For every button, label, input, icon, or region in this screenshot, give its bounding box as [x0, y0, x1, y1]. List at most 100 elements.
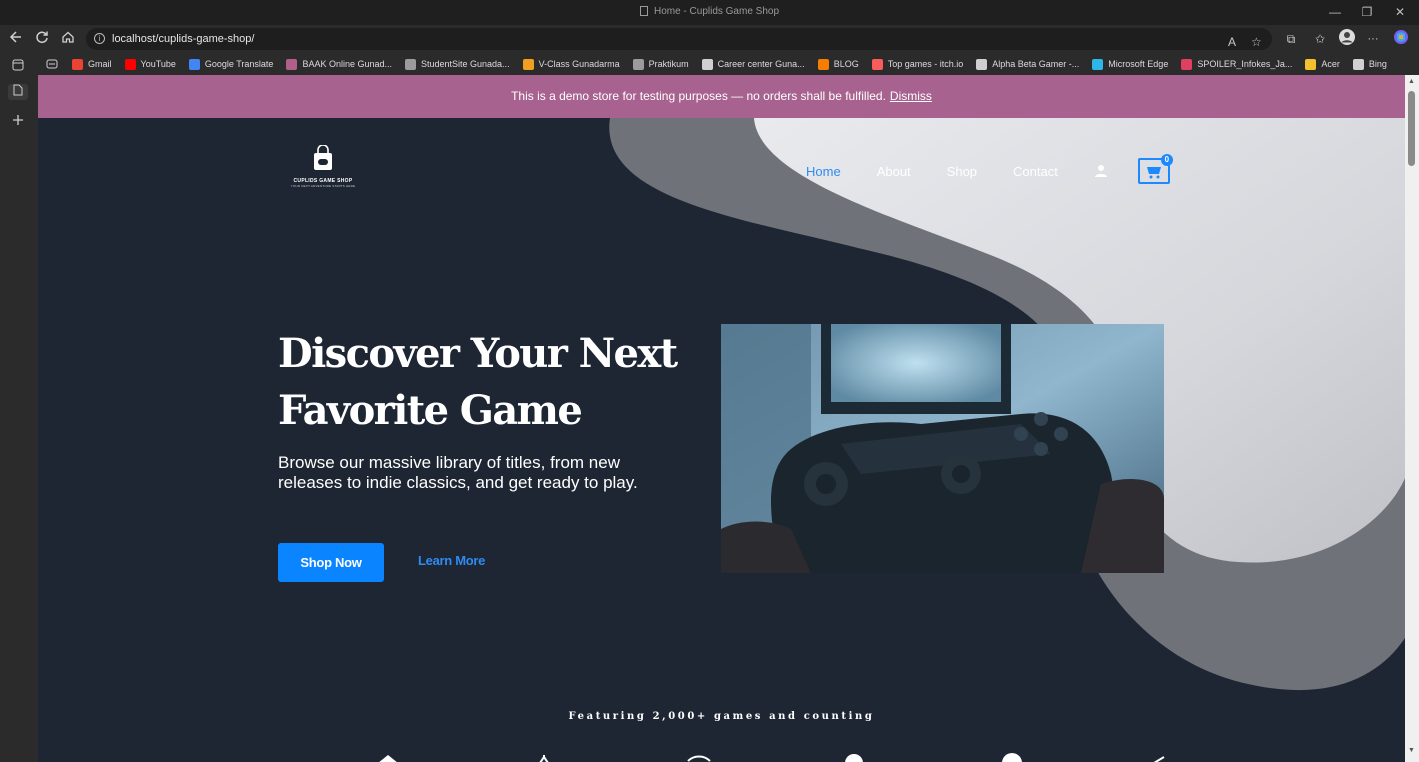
bookmark-item[interactable]: SPOILER_Infokes_Ja... — [1181, 58, 1293, 70]
bookmark-label: Praktikum — [648, 59, 689, 69]
bookmark-label: Google Translate — [204, 59, 274, 69]
profile-avatar-icon — [1339, 29, 1355, 45]
demo-notice-text: This is a demo store for testing purpose… — [511, 89, 886, 103]
bookmarks-bar-icon — [46, 59, 58, 69]
partner-logo-5-icon — [1002, 753, 1022, 762]
bookmark-favicon-icon — [188, 58, 200, 70]
site-logo[interactable]: CUPLIDS GAME SHOP YOUR NEXT ADVENTURE ST… — [278, 144, 368, 188]
address-bar[interactable]: i localhost/cuplids-game-shop/ A ☆ — [86, 28, 1272, 50]
site-info-icon[interactable]: i — [94, 33, 105, 44]
reload-button[interactable] — [32, 29, 52, 49]
copilot-icon — [1394, 30, 1408, 44]
bookmark-favicon-icon — [1181, 58, 1193, 70]
scroll-down-arrow-icon[interactable]: ▼ — [1408, 747, 1415, 754]
bookmark-favicon-icon — [817, 58, 829, 70]
reload-icon — [36, 31, 48, 44]
bookmark-favicon-icon — [286, 58, 298, 70]
cart-button[interactable]: 0 — [1137, 154, 1173, 184]
bookmark-label: SPOILER_Infokes_Ja... — [1197, 59, 1293, 69]
read-aloud-icon[interactable]: A — [1228, 31, 1236, 53]
new-tab-button[interactable] — [10, 114, 26, 130]
bookmark-item[interactable]: BLOG — [817, 58, 859, 70]
active-tab-button[interactable] — [8, 84, 28, 100]
bookmark-item[interactable]: Career center Guna... — [701, 58, 805, 70]
tab-actions-button[interactable] — [10, 59, 26, 75]
bookmark-label: Acer — [1321, 59, 1340, 69]
browser-toolbar: i localhost/cuplids-game-shop/ A ☆ ⧉ ✩ ·… — [0, 25, 1419, 53]
bookmark-item[interactable]: Praktikum — [632, 58, 689, 70]
bookmark-favicon-icon — [1092, 58, 1104, 70]
nav-contact[interactable]: Contact — [1013, 164, 1058, 179]
partner-logo-4-icon — [845, 754, 863, 762]
bookmark-item[interactable]: Alpha Beta Gamer -... — [976, 58, 1080, 70]
extensions-button[interactable]: ⧉ — [1281, 29, 1301, 49]
bookmark-item[interactable]: V-Class Gunadarma — [522, 58, 620, 70]
bookmark-favicon-icon — [1305, 58, 1317, 70]
bookmark-favicon-icon — [701, 58, 713, 70]
favorites-button[interactable]: ✩ — [1310, 29, 1330, 49]
hero-headline: Discover Your Next Favorite Game — [278, 325, 698, 439]
bookmark-label: BLOG — [833, 59, 859, 69]
main-nav: Home About Shop Contact 0 — [806, 154, 1173, 184]
bookmark-favicon-icon — [522, 58, 534, 70]
copilot-button[interactable] — [1391, 29, 1411, 49]
back-button[interactable] — [6, 29, 26, 49]
nav-home[interactable]: Home — [806, 164, 841, 179]
cart-count-badge: 0 — [1160, 154, 1173, 166]
bookmark-favicon-icon — [871, 58, 883, 70]
browser-sidebar — [0, 53, 38, 762]
favorite-star-icon[interactable]: ☆ — [1251, 31, 1262, 53]
featuring-text: Featuring 2,000+ games and counting — [568, 711, 875, 722]
close-window-button[interactable]: ✕ — [1385, 3, 1415, 21]
nav-about[interactable]: About — [877, 164, 911, 179]
bookmark-favicon-icon — [976, 58, 988, 70]
bookmark-item[interactable]: StudentSite Gunada... — [405, 58, 510, 70]
shop-now-button[interactable]: Shop Now — [278, 543, 384, 582]
bookmarks-bar: Gmail YouTube Google Translate BAAK Online … — [38, 53, 1419, 75]
tab-actions-icon — [12, 59, 24, 71]
bookmark-label: V-Class Gunadarma — [538, 59, 620, 69]
bookmark-label: Top games - itch.io — [887, 59, 964, 69]
window-title-text: Home - Cuplids Game Shop — [653, 6, 780, 17]
scroll-up-arrow-icon[interactable]: ▲ — [1408, 78, 1415, 85]
address-url[interactable]: localhost/cuplids-game-shop/ — [112, 33, 254, 45]
bookmark-item[interactable]: YouTube — [124, 58, 176, 70]
window-title: Home - Cuplids Game Shop — [0, 6, 1419, 17]
bookmark-label: YouTube — [140, 59, 176, 69]
home-button[interactable] — [58, 29, 78, 49]
bookmark-favicon-icon — [72, 58, 83, 70]
bookmark-item[interactable]: BAAK Online Gunad... — [286, 58, 392, 70]
bookmark-item[interactable]: Gmail — [72, 58, 112, 70]
restore-button[interactable]: ❐ — [1352, 3, 1382, 21]
learn-more-link[interactable]: Learn More — [418, 553, 485, 568]
home-icon — [62, 31, 74, 43]
bookmark-item[interactable]: Top games - itch.io — [871, 58, 964, 70]
bookmarks-toggle-button[interactable] — [46, 59, 58, 69]
scrollbar-thumb[interactable] — [1408, 91, 1415, 166]
bookmark-favicon-icon — [632, 58, 644, 70]
bookmark-favicon-icon — [124, 58, 136, 70]
partner-logo-1-icon — [379, 755, 397, 762]
page-viewport: This is a demo store for testing purpose… — [38, 75, 1405, 762]
hero-controller-image — [721, 324, 1164, 573]
window-titlebar: Home - Cuplids Game Shop — ❐ ✕ — [0, 0, 1419, 25]
more-options-button[interactable]: ··· — [1363, 29, 1383, 49]
shopping-bag-logo-icon — [314, 144, 332, 170]
profile-button[interactable] — [1337, 29, 1357, 49]
bookmark-favicon-icon — [1352, 58, 1364, 70]
bookmark-label: Alpha Beta Gamer -... — [992, 59, 1080, 69]
page-scrollbar[interactable]: ▲ ▼ — [1405, 75, 1419, 762]
nav-shop[interactable]: Shop — [947, 164, 977, 179]
hero-headline-line-2: Favorite Game — [278, 387, 583, 434]
account-user-icon[interactable] — [1094, 164, 1108, 178]
bookmark-item[interactable]: Microsoft Edge — [1092, 58, 1168, 70]
minimize-button[interactable]: — — [1320, 3, 1350, 21]
dismiss-link[interactable]: Dismiss — [890, 89, 932, 103]
bookmark-label: StudentSite Gunada... — [421, 59, 510, 69]
document-icon — [639, 6, 648, 16]
back-arrow-icon — [9, 31, 21, 43]
bookmark-item[interactable]: Bing — [1352, 58, 1387, 70]
bookmark-item[interactable]: Acer — [1305, 58, 1340, 70]
hero-subtitle: Browse our massive library of titles, fr… — [278, 453, 638, 492]
bookmark-item[interactable]: Google Translate — [188, 58, 274, 70]
